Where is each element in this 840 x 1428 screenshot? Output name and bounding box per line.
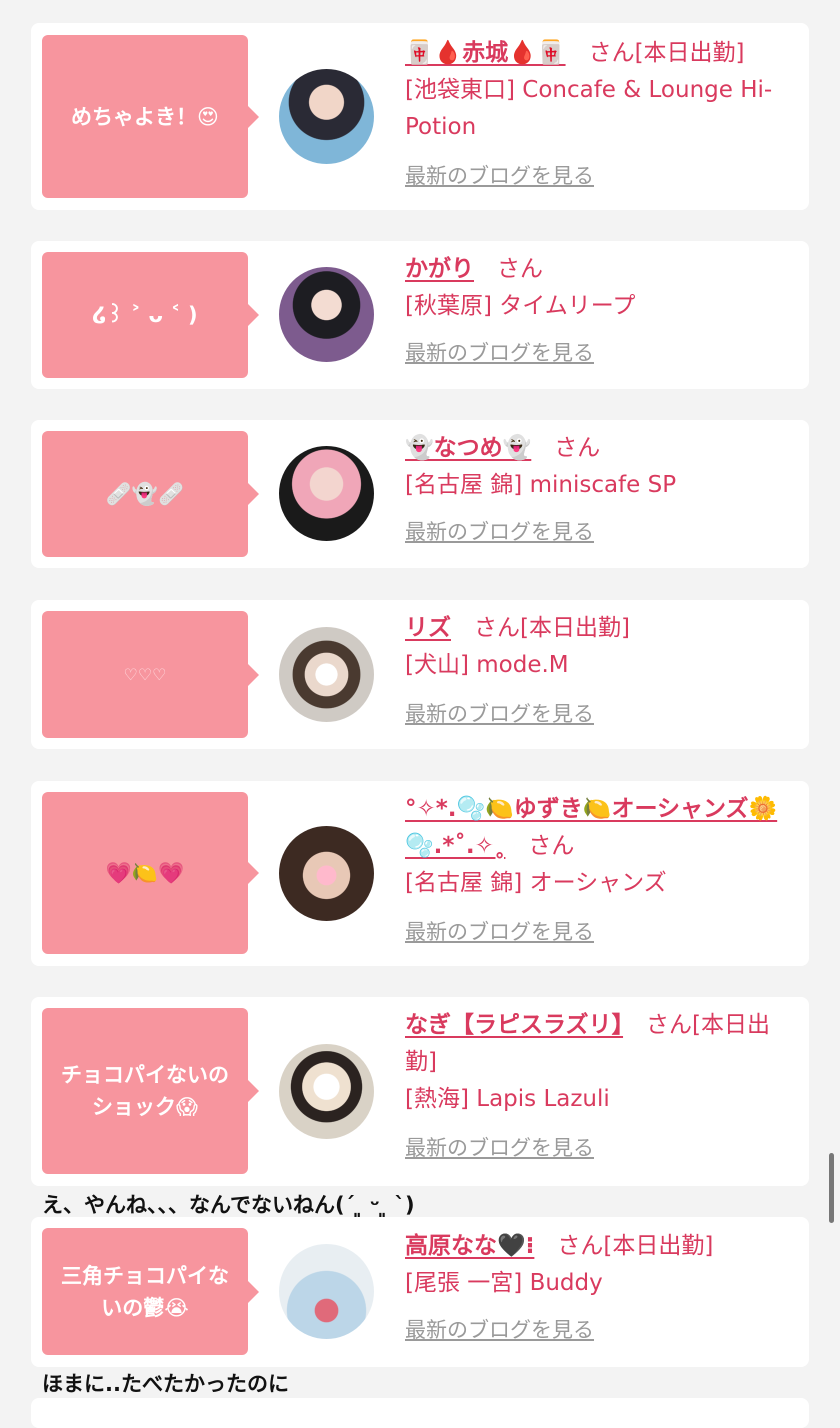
status-label: [本日出勤] — [634, 40, 745, 66]
cast-info: 👻なつめ👻 さん [名古屋 錦] miniscafe SP 最新のブログを見る — [405, 430, 797, 551]
cast-info: 🀄🩸赤城🩸🀄 さん[本日出勤] [池袋東口] Concafe & Lounge … — [405, 35, 797, 195]
cast-card[interactable]: ♡♡♡ リズ さん[本日出勤] [犬山] mode.M 最新のブログを見る — [31, 600, 809, 749]
cast-info: リズ さん[本日出勤] [犬山] mode.M 最新のブログを見る — [405, 610, 797, 733]
cast-name-link[interactable]: 🀄🩸赤城🩸🀄 — [405, 40, 566, 66]
cast-info: かがり さん [秋葉原] タイムリープ 最新のブログを見る — [405, 251, 797, 372]
cast-card[interactable]: ໒꒱ ˃ ᴗ ˂ ) かがり さん [秋葉原] タイムリープ 最新のブログを見る — [31, 241, 809, 389]
comment-bubble: めちゃよき！😍 — [42, 35, 259, 198]
blog-link[interactable]: 最新のブログを見る — [405, 514, 797, 551]
honorific: さん — [646, 1012, 693, 1038]
shop-label: [熱海] Lapis Lazuli — [405, 1086, 610, 1112]
avatar[interactable] — [279, 1244, 374, 1339]
comment-bubble: チョコパイないのショック😱 — [42, 1008, 259, 1174]
user-comment: え、やんね、、、なんでないねん(´ ͈ ᵕ ͈ `) — [42, 1193, 415, 1217]
shop-label: [犬山] mode.M — [405, 652, 569, 678]
cast-info: なぎ【ラピスラズリ】 さん[本日出勤] [熱海] Lapis Lazuli 最新… — [405, 1007, 797, 1167]
comment-bubble: 💗🍋💗 — [42, 792, 259, 954]
page: { "honorific": "さん", "blog_link": "最新のブロ… — [0, 0, 840, 1428]
cast-info: 高原なな🖤⁝ さん[本日出勤] [尾張 一宮] Buddy 最新のブログを見る — [405, 1228, 797, 1349]
avatar[interactable] — [279, 267, 374, 362]
cast-card[interactable]: チョコパイないのショック😱 なぎ【ラピスラズリ】 さん[本日出勤] [熱海] L… — [31, 997, 809, 1186]
honorific: さん — [557, 1233, 604, 1259]
avatar[interactable] — [279, 69, 374, 164]
honorific: さん — [474, 615, 520, 641]
cast-name-link[interactable]: 高原なな🖤⁝ — [405, 1233, 534, 1259]
honorific: さん — [554, 435, 601, 461]
cast-card[interactable]: 三角チョコパイないの鬱😭 高原なな🖤⁝ さん[本日出勤] [尾張 一宮] Bud… — [31, 1217, 809, 1367]
blog-link[interactable]: 最新のブログを見る — [405, 335, 797, 372]
user-comment: ほまに..たべたかったのに — [42, 1372, 289, 1396]
shop-label: [尾張 一宮] Buddy — [405, 1270, 603, 1296]
avatar[interactable] — [279, 826, 374, 921]
shop-label: [名古屋 錦] miniscafe SP — [405, 472, 677, 498]
cast-name-link[interactable]: リズ — [405, 615, 451, 641]
cast-name-link[interactable]: かがり — [405, 256, 474, 282]
status-label: [本日出勤] — [520, 615, 630, 641]
cast-name-link[interactable]: 👻なつめ👻 — [405, 435, 531, 461]
scrollbar[interactable] — [829, 1153, 834, 1223]
avatar[interactable] — [279, 1044, 374, 1139]
honorific: さん — [528, 833, 575, 859]
cast-name-link[interactable]: °✧*.🫧🍋ゆずき🍋オーシャンズ🌼🫧.*˚.✧˳ — [405, 796, 777, 859]
blog-link[interactable]: 最新のブログを見る — [405, 696, 797, 733]
shop-label: [秋葉原] タイムリープ — [405, 293, 636, 319]
comment-bubble: 三角チョコパイないの鬱😭 — [42, 1228, 259, 1355]
cast-card[interactable]: めちゃよき！😍 🀄🩸赤城🩸🀄 さん[本日出勤] [池袋東口] Concafe &… — [31, 23, 809, 210]
honorific: さん — [588, 40, 635, 66]
cast-card[interactable] — [31, 1398, 809, 1428]
cast-card[interactable]: 🩹👻🩹 👻なつめ👻 さん [名古屋 錦] miniscafe SP 最新のブログ… — [31, 420, 809, 568]
shop-label: [名古屋 錦] オーシャンズ — [405, 870, 667, 896]
blog-link[interactable]: 最新のブログを見る — [405, 914, 797, 951]
blog-link[interactable]: 最新のブログを見る — [405, 158, 797, 195]
comment-bubble: ♡♡♡ — [42, 611, 259, 738]
honorific: さん — [497, 256, 543, 282]
blog-link[interactable]: 最新のブログを見る — [405, 1312, 797, 1349]
shop-label: [池袋東口] Concafe & Lounge Hi-Potion — [405, 77, 773, 140]
avatar[interactable] — [279, 446, 374, 541]
cast-info: °✧*.🫧🍋ゆずき🍋オーシャンズ🌼🫧.*˚.✧˳ さん [名古屋 錦] オーシャ… — [405, 791, 797, 951]
status-label: [本日出勤] — [603, 1233, 714, 1259]
comment-bubble: ໒꒱ ˃ ᴗ ˂ ) — [42, 252, 259, 378]
comment-bubble: 🩹👻🩹 — [42, 431, 259, 557]
avatar[interactable] — [279, 627, 374, 722]
cast-name-link[interactable]: なぎ【ラピスラズリ】 — [405, 1012, 623, 1038]
cast-card[interactable]: 💗🍋💗 °✧*.🫧🍋ゆずき🍋オーシャンズ🌼🫧.*˚.✧˳ さん [名古屋 錦] … — [31, 781, 809, 966]
blog-link[interactable]: 最新のブログを見る — [405, 1130, 797, 1167]
